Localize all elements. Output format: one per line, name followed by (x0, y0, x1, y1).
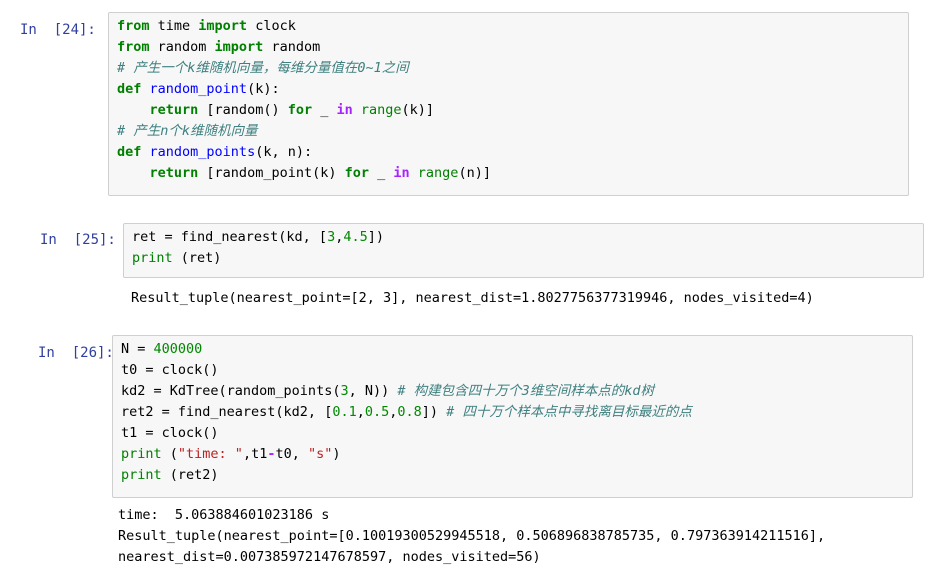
code-token: ( (161, 446, 178, 462)
code-line[interactable]: t1 = clock() (121, 423, 219, 444)
cell-prompt: In [25]: (40, 232, 116, 248)
code-token: 0.1 (332, 404, 357, 420)
code-token: for (287, 102, 313, 118)
code-token: 0.5 (364, 404, 390, 420)
code-token: in (393, 165, 410, 181)
code-token: random_point (149, 81, 248, 97)
code-cell[interactable]: N = 400000 t0 = clock() kd2 = KdTree(rando… (112, 335, 913, 498)
code-token: random_points (149, 144, 256, 160)
code-token: (n)] (458, 165, 491, 181)
code-line[interactable]: ret = find_nearest(kd, [3,4.5]) (132, 227, 384, 248)
code-token: t1 = clock() (121, 425, 219, 441)
code-token: from (117, 39, 150, 55)
code-line[interactable]: # 产生一个k维随机向量，每维分量值在0~1之间 (117, 58, 409, 79)
code-line[interactable]: def random_point(k): (117, 79, 280, 100)
code-token: random (263, 39, 321, 55)
code-token: time (149, 18, 199, 34)
code-token: ) (332, 446, 341, 462)
code-token: , (356, 404, 365, 420)
code-token: print (121, 446, 162, 462)
code-token: import (198, 18, 248, 34)
code-token: (k)] (401, 102, 435, 118)
code-token: ret = find_nearest(kd, [ (132, 229, 328, 245)
code-token: return (149, 102, 199, 118)
output-line: Result_tuple(nearest_point=[2, 3], neare… (131, 290, 814, 306)
code-token: random (149, 39, 215, 55)
code-token: "time: " (177, 446, 243, 462)
code-line[interactable]: return [random() for _ in range(k)] (117, 100, 435, 121)
code-token: ]) (367, 229, 385, 245)
code-token: ]) (421, 404, 447, 420)
code-token: def (117, 144, 142, 160)
code-token: [random_point(k) (198, 165, 345, 181)
code-token: import (214, 39, 264, 55)
code-token: (ret2) (161, 467, 219, 483)
code-line[interactable]: return [random_point(k) for _ in range(n… (117, 163, 491, 184)
code-line[interactable]: from random import random (117, 37, 320, 58)
code-token: (ret) (172, 250, 222, 266)
code-token: t0 = clock() (121, 362, 219, 378)
code-token: 400000 (153, 341, 203, 357)
code-token: print (121, 467, 162, 483)
code-line[interactable]: def random_points(k, n): (117, 142, 312, 163)
code-token: # 四十万个样本点中寻找离目标最近的点 (446, 404, 692, 420)
cell-prompt: In [26]: (38, 345, 114, 361)
code-line[interactable]: t0 = clock() (121, 360, 219, 381)
code-token: def (117, 81, 142, 97)
code-line[interactable]: ret2 = find_nearest(kd2, [0.1,0.5,0.8]) … (121, 402, 692, 423)
code-line[interactable]: # 产生n个k维随机向量 (117, 121, 258, 142)
code-token: 3 (327, 229, 336, 245)
output-line: time: 5.063884601023186 s (118, 507, 330, 523)
code-token: (k): (247, 81, 280, 97)
code-token: ret2 = find_nearest(kd2, [ (121, 404, 333, 420)
code-token: 0.8 (397, 404, 422, 420)
code-token: # 构建包含四十万个3维空间样本点的kd树 (397, 383, 655, 399)
code-token: "s" (307, 446, 333, 462)
code-token: 3 (340, 383, 349, 399)
code-token: (k, n): (255, 144, 313, 160)
code-line[interactable]: N = 400000 (121, 339, 202, 360)
code-token: , N)) (348, 383, 398, 399)
code-token: _ (312, 102, 337, 118)
code-line[interactable]: from time import clock (117, 16, 296, 37)
code-token: return (149, 165, 199, 181)
code-token: # 产生一个k维随机向量，每维分量值在0~1之间 (117, 60, 409, 76)
code-token: ,t1 (242, 446, 268, 462)
code-token: kd2 = KdTree(random_points( (121, 383, 341, 399)
code-token: in (336, 102, 353, 118)
cell-prompt: In [24]: (20, 22, 96, 38)
code-token: clock (247, 18, 296, 34)
code-cell[interactable]: ret = find_nearest(kd, [3,4.5]) print (re… (123, 223, 924, 278)
code-token: t0, (275, 446, 308, 462)
code-line[interactable]: print (ret2) (121, 465, 219, 486)
code-token: 4.5 (343, 229, 368, 245)
code-token: print (132, 250, 173, 266)
code-token: for (344, 165, 369, 181)
code-token: _ (369, 165, 394, 181)
code-cell[interactable]: from time import clock from random import… (108, 12, 909, 196)
code-token: [random() (198, 102, 288, 118)
output-line: Result_tuple(nearest_point=[0.1001930052… (118, 528, 826, 544)
code-token: N = (121, 341, 154, 357)
output-line: nearest_dist=0.007385972147678597, nodes… (118, 549, 541, 565)
code-line[interactable]: kd2 = KdTree(random_points(3, N)) # 构建包含… (121, 381, 654, 402)
code-token: # 产生n个k维随机向量 (117, 123, 258, 139)
code-line[interactable]: print (ret) (132, 248, 221, 269)
code-token: range (417, 165, 459, 181)
code-token: range (360, 102, 402, 118)
code-line[interactable]: print ("time: ",t1-t0, "s") (121, 444, 341, 465)
code-token: from (117, 18, 150, 34)
